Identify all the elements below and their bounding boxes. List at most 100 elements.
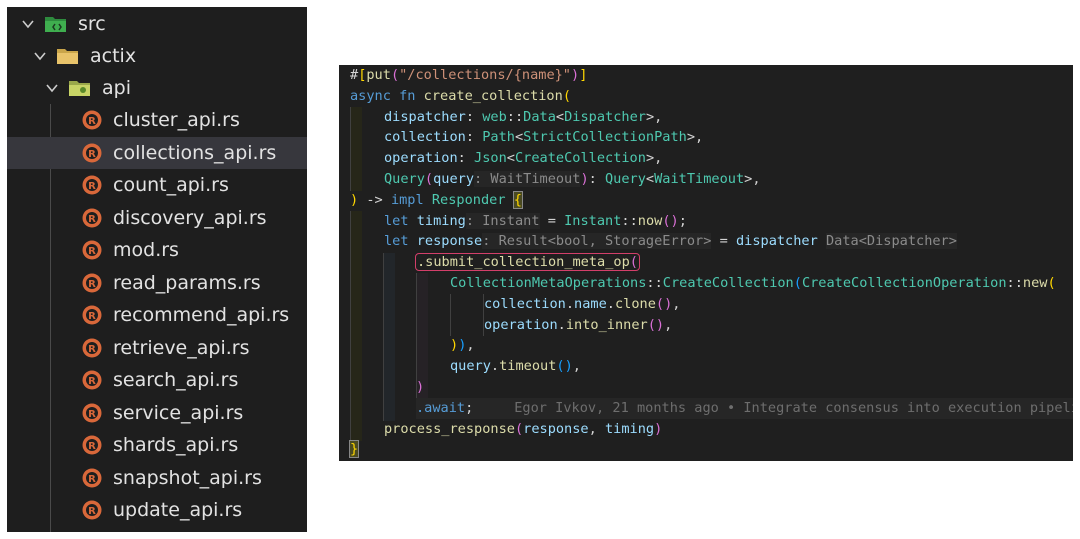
code-line-12: collection.name.clone(), bbox=[484, 294, 1073, 315]
rust-file-icon: R bbox=[82, 143, 102, 162]
inlay-hint: : WaitTimeout bbox=[474, 171, 581, 187]
token: , bbox=[466, 337, 475, 354]
code-line-1: #[put("/collections/{name}")] bbox=[350, 65, 1073, 86]
svg-text:R: R bbox=[88, 506, 96, 517]
token: collection bbox=[384, 129, 466, 146]
tree-label: retrieve_api.rs bbox=[113, 336, 250, 359]
rust-file-icon: R bbox=[82, 468, 102, 487]
tree-file[interactable]: Rcollections_api.rs bbox=[7, 136, 307, 169]
token: WaitTimeout bbox=[654, 171, 745, 187]
indent-shade bbox=[351, 107, 362, 191]
tree-file[interactable]: Rrecommend_api.rs bbox=[7, 299, 307, 331]
token: ( bbox=[514, 420, 524, 437]
token: dispatcher bbox=[735, 233, 818, 250]
token: query bbox=[433, 171, 475, 187]
token: , bbox=[572, 358, 581, 375]
tree-label: count_api.rs bbox=[113, 174, 229, 196]
tree-file[interactable]: Rcluster_api.rs bbox=[7, 104, 307, 136]
token: >, bbox=[744, 171, 761, 187]
token: :: bbox=[621, 212, 638, 229]
code-line-11: CollectionMetaOperations::CreateCollecti… bbox=[450, 273, 1073, 294]
rust-file-icon: R bbox=[82, 305, 102, 325]
chevron-down-icon[interactable] bbox=[20, 16, 36, 32]
tree-label: discovery_api.rs bbox=[113, 206, 267, 229]
token: "/collections/{name}" bbox=[399, 67, 571, 83]
tree-file[interactable]: Rread_params.rs bbox=[7, 267, 307, 299]
token: impl bbox=[390, 191, 424, 208]
code-line-3: dispatcher: web::Data<Dispatcher>, bbox=[384, 107, 1073, 128]
indent-guide bbox=[450, 294, 451, 336]
tree-label: service_api.rs bbox=[113, 401, 244, 424]
token: () bbox=[655, 295, 673, 312]
token: >, bbox=[645, 150, 663, 167]
token: = bbox=[711, 233, 736, 250]
token: , bbox=[664, 316, 673, 333]
token: ) bbox=[350, 191, 359, 208]
rust-file-icon: R bbox=[82, 240, 102, 260]
folder-api-icon bbox=[69, 81, 90, 96]
token: ) bbox=[450, 337, 459, 354]
tree-file[interactable]: Rsnapshot_api.rs bbox=[7, 462, 307, 494]
svg-text:R: R bbox=[88, 344, 96, 355]
rust-file-icon: R bbox=[82, 370, 102, 390]
tree-folder-actix[interactable]: actix bbox=[7, 40, 307, 72]
token: . bbox=[565, 295, 575, 312]
inlay-hint: : Result<bool, StorageError> bbox=[482, 233, 712, 250]
token: >, bbox=[645, 108, 663, 125]
token: ( bbox=[390, 67, 400, 83]
token: :: bbox=[1006, 275, 1023, 291]
tree-file[interactable]: Rupdate_api.rs bbox=[7, 494, 307, 526]
tree-file[interactable]: Rsearch_api.rs bbox=[7, 364, 307, 396]
chevron-down-icon[interactable] bbox=[44, 80, 60, 96]
indent-shade bbox=[351, 211, 362, 441]
tree-folder-api[interactable]: api bbox=[7, 72, 307, 104]
tree-file[interactable]: Rshards_api.rs bbox=[7, 429, 307, 461]
tree-file[interactable]: Rmod.rs bbox=[7, 234, 307, 266]
git-blame-annotation[interactable]: Egor Ivkov, 21 months ago • Integrate co… bbox=[514, 400, 1073, 416]
token: -> bbox=[358, 191, 391, 208]
tree-label: actix bbox=[90, 45, 137, 67]
chevron-down-icon[interactable] bbox=[32, 48, 48, 64]
token: response bbox=[523, 420, 589, 437]
token: new bbox=[1022, 275, 1048, 291]
token: dispatcher bbox=[384, 108, 466, 125]
tree-file[interactable]: Rservice_api.rs bbox=[7, 397, 307, 429]
token: query bbox=[450, 358, 491, 375]
tree-file[interactable]: Rcount_api.rs bbox=[7, 169, 307, 201]
token: let bbox=[384, 233, 409, 250]
inlay-hint: Data<Dispatcher> bbox=[825, 233, 957, 250]
token: ( bbox=[629, 254, 638, 271]
token: Data bbox=[523, 108, 556, 125]
code-line-7: ) -> impl Responder { bbox=[350, 190, 1073, 211]
token: ) bbox=[416, 379, 425, 395]
rust-file-icon: R bbox=[82, 175, 102, 195]
svg-text:R: R bbox=[88, 409, 96, 420]
token: ) bbox=[580, 171, 589, 187]
token: ( bbox=[424, 171, 434, 187]
tree-file[interactable]: Rdiscovery_api.rs bbox=[7, 202, 307, 234]
tree-label: search_api.rs bbox=[113, 369, 239, 391]
token: , bbox=[588, 420, 605, 437]
token: ] bbox=[579, 67, 588, 83]
token: Dispatcher bbox=[564, 108, 646, 125]
code-editor[interactable]: #[put("/collections/{name}")] async fn c… bbox=[339, 65, 1073, 461]
tree-folder-src[interactable]: src bbox=[7, 8, 307, 40]
svg-text:R: R bbox=[88, 246, 96, 257]
tree-label: recommend_api.rs bbox=[113, 304, 290, 326]
code-line-16: ) bbox=[416, 377, 1073, 398]
token: response bbox=[416, 233, 483, 250]
code-line-17: .await; Egor Ivkov, 21 months ago • Inte… bbox=[416, 397, 1073, 419]
token: : bbox=[588, 171, 605, 187]
token: Query bbox=[605, 171, 646, 187]
token: < bbox=[555, 108, 565, 125]
tree-label: src bbox=[78, 13, 106, 35]
folder-icon bbox=[57, 49, 78, 64]
tree-label: cluster_api.rs bbox=[113, 109, 240, 131]
token: . bbox=[606, 295, 615, 312]
rust-file-icon: R bbox=[82, 500, 102, 520]
token: : bbox=[465, 108, 483, 125]
tree-file[interactable]: Rretrieve_api.rs bbox=[7, 332, 307, 364]
token: web bbox=[482, 108, 507, 125]
folder-src-icon bbox=[45, 17, 66, 32]
rust-file-icon: R bbox=[82, 403, 102, 422]
